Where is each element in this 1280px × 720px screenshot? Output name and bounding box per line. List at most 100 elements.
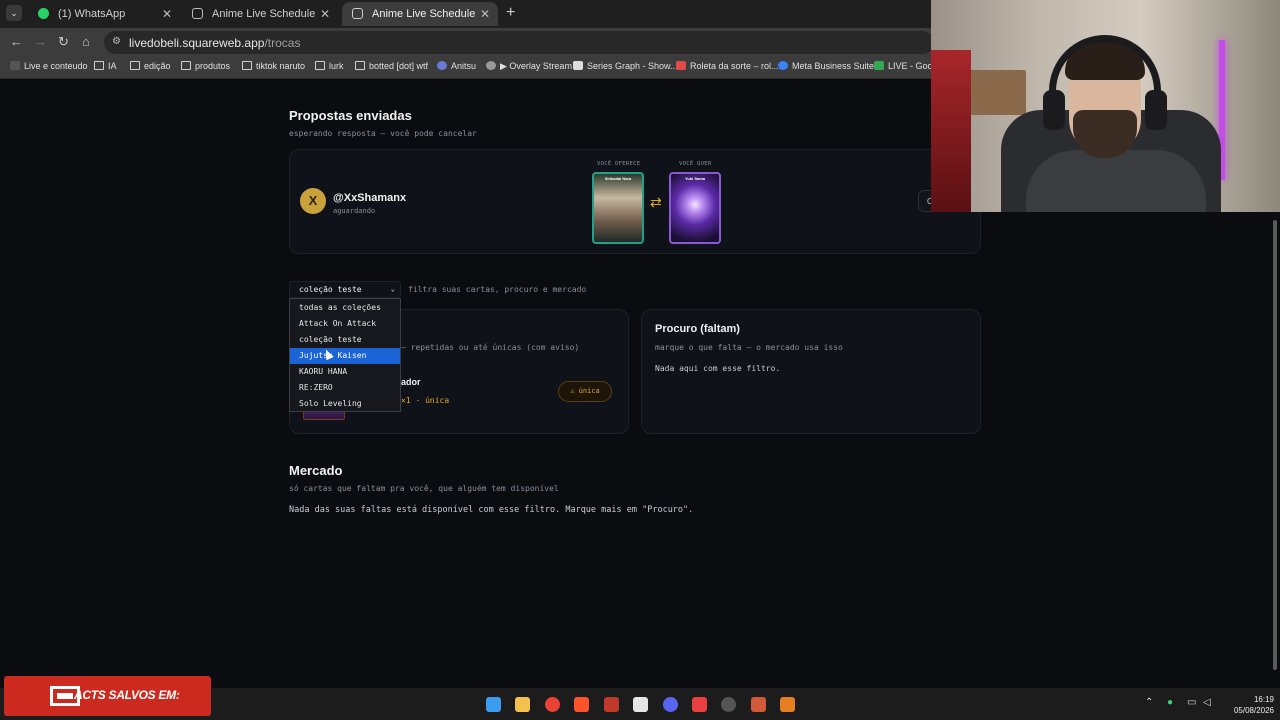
- discord-icon[interactable]: [663, 697, 678, 712]
- wanted-title: Procuro (faltam): [655, 323, 740, 335]
- tab-search-chevron-icon[interactable]: ⌄: [6, 5, 22, 21]
- reload-icon[interactable]: ↻: [58, 34, 69, 50]
- webcam-red-chair: [931, 50, 971, 212]
- home-icon[interactable]: ⌂: [82, 34, 90, 49]
- offered-card[interactable]: Shikadai Nara: [592, 172, 644, 244]
- headphone-cup-right: [1145, 90, 1167, 130]
- offered-card-title: Shikadai Nara: [604, 176, 632, 181]
- clock-date: 05/08/2026: [1233, 706, 1274, 715]
- app-icon[interactable]: [692, 697, 707, 712]
- tab-anime-schedule-1[interactable]: Anime Live Schedule ✕: [182, 2, 338, 26]
- chrome-icon[interactable]: [545, 697, 560, 712]
- collection-option-highlighted[interactable]: Jujutsu Kaisen: [290, 348, 400, 364]
- bookmark-folder[interactable]: edição: [130, 61, 171, 71]
- close-icon[interactable]: ✕: [162, 2, 172, 26]
- stream-banner: ACTS SALVOS EM:: [4, 676, 211, 716]
- market-subtitle: só cartas que faltam pra você, que algué…: [289, 484, 559, 493]
- headphone-cup-left: [1043, 90, 1065, 130]
- want-label: VOCÊ QUER: [679, 161, 712, 167]
- collection-select-value: coleção teste: [299, 285, 362, 294]
- bookmark-item[interactable]: Meta Business Suite: [778, 61, 874, 71]
- globe-icon: [486, 61, 496, 70]
- whatsapp-icon: [38, 8, 49, 19]
- chevron-down-icon: ⌄: [390, 285, 395, 293]
- unique-warning-badge[interactable]: ⚠ única: [558, 381, 612, 402]
- anitsu-icon: [437, 61, 447, 70]
- sent-proposals-subtitle: esperando resposta — você pode cancelar: [289, 129, 477, 138]
- filter-hint: filtra suas cartas, procuro e mercado: [408, 285, 587, 294]
- collection-option[interactable]: KAORU HANA: [290, 364, 400, 380]
- url-text[interactable]: livedobeli.squareweb.app/trocas: [129, 36, 300, 50]
- collection-option[interactable]: coleção teste: [290, 332, 400, 348]
- tab-label: Anime Live Schedule: [372, 8, 476, 20]
- bookmark-folder[interactable]: tiktok naruto: [242, 61, 305, 71]
- network-icon[interactable]: ▭: [1187, 697, 1196, 708]
- collection-option[interactable]: RE:ZERO: [290, 380, 400, 396]
- bookmark-item[interactable]: LIVE - Goog: [874, 61, 938, 71]
- bookmark-folder[interactable]: lurk: [315, 61, 344, 71]
- wanted-card[interactable]: Yuki Sama: [669, 172, 721, 244]
- series-graph-icon: [573, 61, 583, 70]
- close-icon[interactable]: ✕: [480, 2, 490, 26]
- file-explorer-icon[interactable]: [515, 697, 530, 712]
- bookmark-item[interactable]: Anitsu: [437, 61, 476, 71]
- url-bar[interactable]: ⚙ livedobeli.squareweb.app/trocas: [104, 31, 934, 54]
- tab-anime-schedule-2[interactable]: Anime Live Schedule ✕: [342, 2, 498, 26]
- wanted-empty-message: Nada aqui com esse filtro.: [655, 364, 781, 373]
- new-tab-plus-icon[interactable]: +: [506, 4, 515, 22]
- meta-icon: [778, 61, 788, 70]
- page-icon: [192, 8, 203, 19]
- forward-arrow-icon[interactable]: →: [34, 34, 47, 49]
- collection-option[interactable]: Solo Leveling: [290, 396, 400, 412]
- bookmark-folder[interactable]: produtos: [181, 61, 230, 71]
- bookmark-item[interactable]: ▶ Overlay Stream: [486, 61, 572, 72]
- windows-start-icon[interactable]: [486, 697, 501, 712]
- close-icon[interactable]: ✕: [320, 2, 330, 26]
- app-icon[interactable]: [604, 697, 619, 712]
- banner-text: ACTS SALVOS EM:: [74, 688, 180, 702]
- wanted-subtitle: marque o que falta — o mercado usa isso: [655, 343, 843, 352]
- bookmark-folder[interactable]: botted [dot] wtf: [355, 61, 428, 71]
- bookmark-icon: [10, 61, 20, 70]
- app-icon[interactable]: [751, 697, 766, 712]
- folder-icon: [315, 61, 325, 70]
- proposal-status: aguardando: [333, 207, 376, 215]
- webcam-shelf: [966, 70, 1026, 115]
- site-settings-icon[interactable]: ⚙: [112, 36, 121, 47]
- bookmark-item[interactable]: Live e conteudo: [10, 61, 88, 71]
- folder-icon: [242, 61, 252, 70]
- collection-dropdown-list: todas as coleções Attack On Attack coleç…: [289, 298, 401, 412]
- repeated-card-name: ador: [401, 377, 421, 387]
- microphone-icon[interactable]: ●: [1167, 697, 1173, 708]
- sent-proposals-title: Propostas enviadas: [289, 108, 412, 123]
- notepad-icon[interactable]: [633, 697, 648, 712]
- tab-label: Anime Live Schedule: [212, 8, 316, 20]
- tray-chevron-icon[interactable]: ⌃: [1145, 697, 1153, 708]
- webcam-person-body: [1026, 150, 1206, 212]
- collection-option[interactable]: todas as coleções: [290, 300, 400, 316]
- clock-time: 16:19: [1253, 695, 1274, 704]
- obs-icon[interactable]: [721, 697, 736, 712]
- volume-icon[interactable]: ◁: [1203, 697, 1211, 708]
- bookmark-folder[interactable]: IA: [94, 61, 117, 71]
- app-icon[interactable]: [780, 697, 795, 712]
- roleta-icon: [676, 61, 686, 70]
- brave-icon[interactable]: [574, 697, 589, 712]
- proposal-card: X @XxShamanx aguardando VOCÊ OFERECE VOC…: [289, 149, 981, 254]
- collection-option[interactable]: Attack On Attack: [290, 316, 400, 332]
- collection-select[interactable]: coleção teste ⌄: [289, 281, 401, 298]
- taskbar-clock[interactable]: 16:19 05/08/2026: [1224, 694, 1274, 716]
- scrollbar-thumb[interactable]: [1273, 220, 1277, 670]
- repeated-card-meta: ×1 · única: [401, 396, 450, 405]
- folder-icon: [130, 61, 140, 70]
- bookmark-item[interactable]: Roleta da sorte – rol...: [676, 61, 779, 71]
- bookmark-item[interactable]: Series Graph - Show...: [573, 61, 678, 71]
- tab-whatsapp[interactable]: (1) WhatsApp ✕: [28, 2, 180, 26]
- folder-icon: [355, 61, 365, 70]
- sheets-icon: [874, 61, 884, 70]
- market-empty-message: Nada das suas faltas está disponível com…: [289, 505, 694, 515]
- wanted-card-title: Yuki Sama: [684, 176, 705, 181]
- webcam-overlay: [931, 0, 1280, 212]
- back-arrow-icon[interactable]: ←: [10, 34, 23, 49]
- avatar: X: [300, 188, 326, 214]
